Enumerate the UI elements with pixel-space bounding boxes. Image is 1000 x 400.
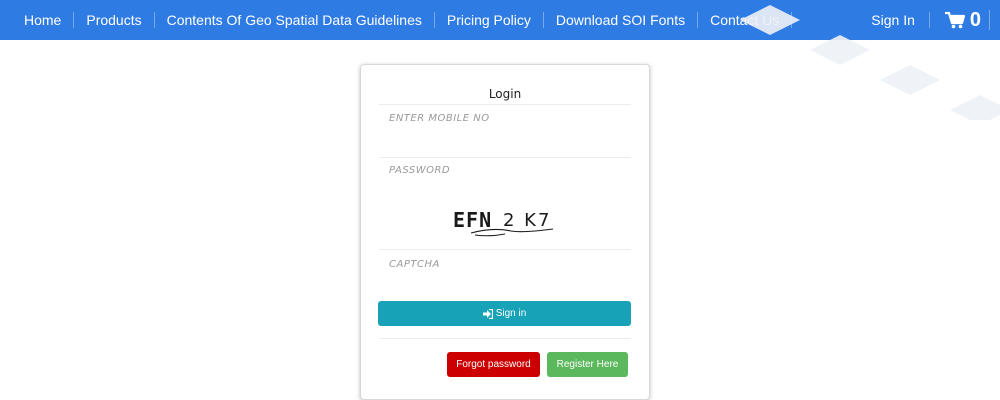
login-panel: Login EFN 2 K7 Sign in Forgot password R… [360,64,650,400]
nav-sign-in-link[interactable]: Sign In [857,12,930,28]
svg-text:2 K7: 2 K7 [503,210,551,231]
sign-in-button[interactable]: Sign in [378,301,631,326]
cart-count: 0 [969,9,981,31]
top-navbar: Home Products Contents Of Geo Spatial Da… [0,0,1000,40]
nav-item-download-soi-fonts[interactable]: Download SOI Fonts [544,12,699,28]
nav-item-products[interactable]: Products [74,12,155,28]
divider [379,338,631,339]
captcha-image: EFN 2 K7 [453,208,554,237]
right-nav: Sign In 0 [857,0,990,40]
login-title: Login [488,87,522,101]
nav-item-home[interactable]: Home [12,12,75,28]
captcha-input[interactable] [379,255,631,273]
main-nav: Home Products Contents Of Geo Spatial Da… [12,0,793,40]
nav-item-pricing-policy[interactable]: Pricing Policy [435,12,544,28]
shopping-cart-icon [944,11,965,29]
sign-in-label: Sign in [495,308,527,319]
sign-in-icon [482,308,493,319]
password-input[interactable] [379,161,631,179]
divider [379,157,631,158]
svg-text:EFN: EFN [453,208,492,232]
mobile-number-input[interactable] [379,109,631,127]
cart-button[interactable]: 0 [930,10,990,30]
nav-item-contact-us[interactable]: Contact Us [698,12,793,28]
forgot-password-button[interactable]: Forgot password [447,352,540,377]
divider [379,249,631,250]
nav-item-geo-spatial-guidelines[interactable]: Contents Of Geo Spatial Data Guidelines [155,12,435,28]
divider [379,104,631,105]
register-button[interactable]: Register Here [547,352,628,377]
